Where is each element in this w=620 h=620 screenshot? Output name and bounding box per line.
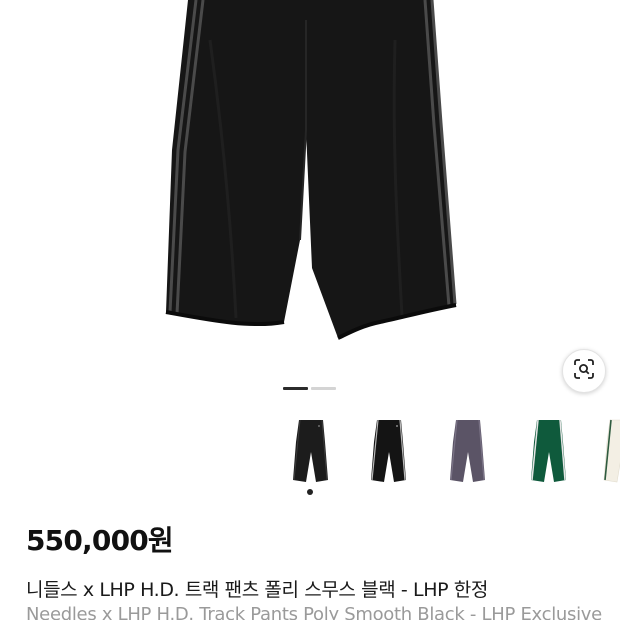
thumbnail-variant-4[interactable]: [519, 412, 579, 488]
color-variant-thumbnails: [0, 404, 620, 499]
image-pager: [283, 387, 336, 390]
product-price: 550,000원: [26, 524, 174, 557]
thumbnail-image: [603, 419, 620, 483]
image-search-icon: [572, 357, 596, 385]
image-search-button[interactable]: [562, 349, 606, 393]
product-main-image[interactable]: [0, 0, 620, 372]
thumbnail-image: [531, 419, 566, 482]
pager-indicator-1[interactable]: [283, 387, 308, 390]
thumbnail-variant-5[interactable]: [600, 412, 620, 488]
thumbnail-image: [450, 419, 485, 482]
product-title-korean: 니들스 x LHP H.D. 트랙 팬츠 폴리 스무스 블랙 - LHP 한정: [26, 579, 488, 601]
track-pants-photo: [165, 0, 457, 340]
thumbnail-variant-3[interactable]: [438, 412, 498, 488]
product-title-english: Needles x LHP H.D. Track Pants Poly Smoo…: [26, 604, 602, 620]
thumbnail-image: [293, 419, 328, 482]
selected-thumbnail-indicator: [307, 489, 313, 495]
thumbnail-image: [371, 419, 406, 482]
thumbnail-variant-1[interactable]: [281, 412, 341, 488]
thumbnail-variant-2[interactable]: [359, 412, 419, 488]
pager-indicator-2[interactable]: [311, 387, 336, 390]
